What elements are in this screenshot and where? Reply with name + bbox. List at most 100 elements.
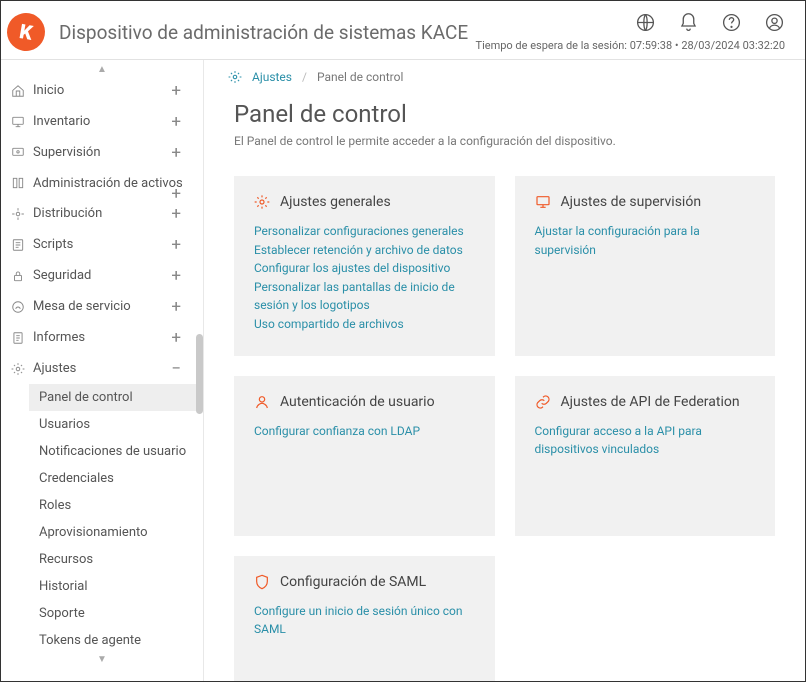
sidebar-item-distribucion[interactable]: Distribución + [1, 198, 203, 229]
sidebar-item-inventario[interactable]: Inventario + [1, 106, 203, 137]
session-time: 07:59:38 [630, 39, 672, 52]
cards-grid: Ajustes generales Personalizar configura… [234, 176, 775, 681]
header-toolbar [635, 12, 785, 33]
breadcrumb-current: Panel de control [317, 70, 403, 84]
card-link[interactable]: Establecer retención y archivo de datos [254, 241, 475, 260]
card-link[interactable]: Uso compartido de archivos [254, 315, 475, 334]
sidebar-item-ajustes[interactable]: Ajustes − [1, 353, 203, 384]
collapse-icon: − [171, 359, 181, 379]
card-links: Ajustar la configuración para la supervi… [535, 222, 756, 259]
sub-item-soporte[interactable]: Soporte [29, 600, 203, 627]
card-ajustes-generales: Ajustes generales Personalizar configura… [234, 176, 495, 356]
card-autenticacion-usuario: Autenticación de usuario Configurar conf… [234, 376, 495, 536]
expand-icon: + [171, 328, 181, 348]
scrollbar-thumb[interactable] [196, 334, 203, 414]
card-title-text: Configuración de SAML [280, 574, 426, 590]
gear-icon [254, 194, 270, 210]
header-right: Tiempo de espera de la sesión: 07:59:38 … [476, 12, 785, 52]
card-link[interactable]: Configurar acceso a la API para disposit… [535, 422, 756, 459]
sub-item-usuarios[interactable]: Usuarios [29, 411, 203, 438]
card-title-text: Ajustes generales [280, 194, 391, 210]
session-datetime: 28/03/2024 03:32:20 [681, 39, 785, 52]
expand-icon: + [171, 112, 181, 132]
expand-icon: + [171, 81, 181, 101]
sidebar-item-informes[interactable]: Informes + [1, 322, 203, 353]
report-icon [11, 331, 25, 345]
sidebar-item-mesa-servicio[interactable]: Mesa de servicio + [1, 291, 203, 322]
settings-icon [11, 362, 25, 376]
sidebar-item-label: Administración de activos [33, 177, 183, 190]
sub-item-notificaciones[interactable]: Notificaciones de usuario [29, 438, 203, 465]
expand-icon: + [171, 235, 181, 255]
user-icon[interactable] [764, 12, 785, 33]
sub-item-roles[interactable]: Roles [29, 492, 203, 519]
sidebar-item-admin-activos[interactable]: Administración de activos + [1, 168, 203, 198]
desk-icon [11, 300, 25, 314]
card-link[interactable]: Configurar confianza con LDAP [254, 422, 475, 441]
card-links: Personalizar configuraciones generales E… [254, 222, 475, 334]
sub-item-recursos[interactable]: Recursos [29, 546, 203, 573]
sidebar-item-supervision[interactable]: Supervisión + [1, 137, 203, 168]
sub-item-aprovisionamiento[interactable]: Aprovisionamiento [29, 519, 203, 546]
sidebar-item-label: Scripts [33, 237, 73, 252]
expand-icon: + [171, 204, 181, 224]
ajustes-submenu: Panel de control Usuarios Notificaciones… [1, 384, 203, 654]
nav-list: Inicio + Inventario + Supervisión + Admi… [1, 75, 203, 654]
header-left: K Dispositivo de administración de siste… [7, 13, 468, 51]
card-title: Ajustes de supervisión [535, 194, 756, 210]
bell-icon[interactable] [678, 12, 699, 33]
session-info: Tiempo de espera de la sesión: 07:59:38 … [476, 39, 785, 52]
sub-item-credenciales[interactable]: Credenciales [29, 465, 203, 492]
help-icon[interactable] [721, 12, 742, 33]
card-links: Configurar confianza con LDAP [254, 422, 475, 441]
assets-icon [11, 176, 25, 190]
layout: ▲ Inicio + Inventario + Supervisión + Ad… [1, 60, 805, 681]
sidebar-item-label: Inventario [33, 114, 90, 129]
sidebar-item-inicio[interactable]: Inicio + [1, 75, 203, 106]
card-title: Ajustes de API de Federation [535, 394, 756, 410]
card-ajustes-supervision: Ajustes de supervisión Ajustar la config… [515, 176, 776, 356]
card-title-text: Autenticación de usuario [280, 394, 435, 410]
sub-item-tokens[interactable]: Tokens de agente [29, 627, 203, 654]
card-link[interactable]: Ajustar la configuración para la supervi… [535, 222, 756, 259]
card-link[interactable]: Personalizar configuraciones generales [254, 222, 475, 241]
scroll-down-arrow[interactable]: ▼ [1, 654, 203, 665]
scroll-up-arrow[interactable]: ▲ [1, 64, 203, 75]
content: Panel de control El Panel de control le … [204, 94, 805, 681]
globe-icon[interactable] [635, 12, 656, 33]
lock-icon [11, 269, 25, 283]
main: Ajustes / Panel de control Panel de cont… [204, 60, 805, 681]
expand-icon: + [171, 143, 181, 163]
card-title-text: Ajustes de supervisión [561, 194, 702, 210]
card-links: Configurar acceso a la API para disposit… [535, 422, 756, 459]
expand-icon: + [171, 266, 181, 286]
sidebar-item-label: Informes [33, 330, 85, 345]
sidebar-scrollbar[interactable] [196, 60, 203, 681]
dist-icon [11, 207, 25, 221]
shield-icon [254, 574, 270, 590]
app-title: Dispositivo de administración de sistema… [59, 21, 468, 44]
page-description: El Panel de control le permite acceder a… [234, 134, 775, 148]
sub-item-panel-control[interactable]: Panel de control [29, 384, 203, 411]
sidebar-item-label: Inicio [33, 83, 64, 98]
sidebar-item-seguridad[interactable]: Seguridad + [1, 260, 203, 291]
link-icon [535, 394, 551, 410]
scripts-icon [11, 238, 25, 252]
card-link[interactable]: Configure un inicio de sesión único con … [254, 602, 475, 639]
sidebar-item-scripts[interactable]: Scripts + [1, 229, 203, 260]
sub-item-historial[interactable]: Historial [29, 573, 203, 600]
card-title: Autenticación de usuario [254, 394, 475, 410]
settings-icon [228, 70, 242, 84]
card-link[interactable]: Configurar los ajustes del dispositivo [254, 259, 475, 278]
card-link[interactable]: Personalizar las pantallas de inicio de … [254, 278, 475, 315]
sidebar-item-label: Supervisión [33, 145, 101, 160]
breadcrumb-root[interactable]: Ajustes [252, 70, 292, 84]
user-icon [254, 394, 270, 410]
header: K Dispositivo de administración de siste… [1, 1, 805, 60]
card-saml: Configuración de SAML Configure un inici… [234, 556, 495, 681]
sidebar-item-label: Ajustes [33, 361, 76, 376]
breadcrumb: Ajustes / Panel de control [204, 60, 805, 94]
card-title: Configuración de SAML [254, 574, 475, 590]
sidebar: ▲ Inicio + Inventario + Supervisión + Ad… [1, 60, 204, 681]
app-logo[interactable]: K [4, 10, 48, 54]
